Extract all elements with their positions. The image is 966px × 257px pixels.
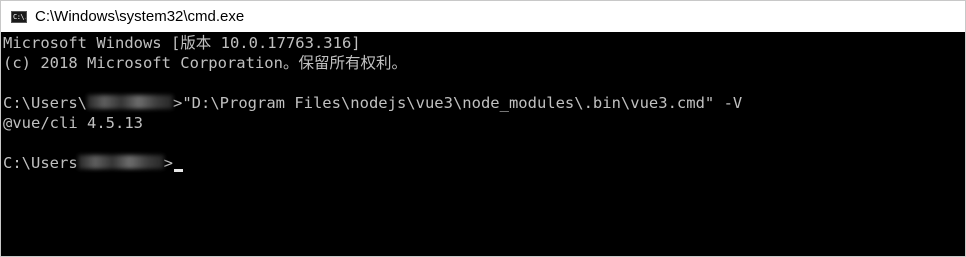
console-line-command: C:\Users\ >"D:\Program Files\nodejs\vue3\…: [3, 93, 965, 113]
console-line-prompt[interactable]: C:\Users >: [3, 153, 965, 173]
console-line-version: Microsoft Windows [版本 10.0.17763.316]: [3, 34, 361, 52]
prompt-symbol: >: [163, 154, 173, 172]
prompt-path-prefix: C:\Users\: [3, 94, 87, 112]
title-bar[interactable]: C:\. C:\Windows\system32\cmd.exe: [1, 1, 965, 32]
console-output[interactable]: Microsoft Windows [版本 10.0.17763.316] (c…: [1, 32, 965, 256]
cmd-icon[interactable]: C:\.: [11, 10, 27, 23]
prompt-path-prefix: C:\Users: [3, 154, 78, 172]
window-title: C:\Windows\system32\cmd.exe: [35, 8, 245, 25]
command-text: >"D:\Program Files\nodejs\vue3\node_modu…: [173, 94, 743, 112]
console-line-output: @vue/cli 4.5.13: [3, 114, 143, 132]
redacted-username: [87, 95, 173, 109]
text-cursor: [174, 169, 183, 172]
console-line-copyright: (c) 2018 Microsoft Corporation。保留所有权利。: [3, 54, 407, 72]
cmd-window: C:\. C:\Windows\system32\cmd.exe Microso…: [0, 0, 966, 257]
cmd-icon-label: C:\.: [13, 12, 27, 21]
redacted-username: [77, 155, 164, 169]
